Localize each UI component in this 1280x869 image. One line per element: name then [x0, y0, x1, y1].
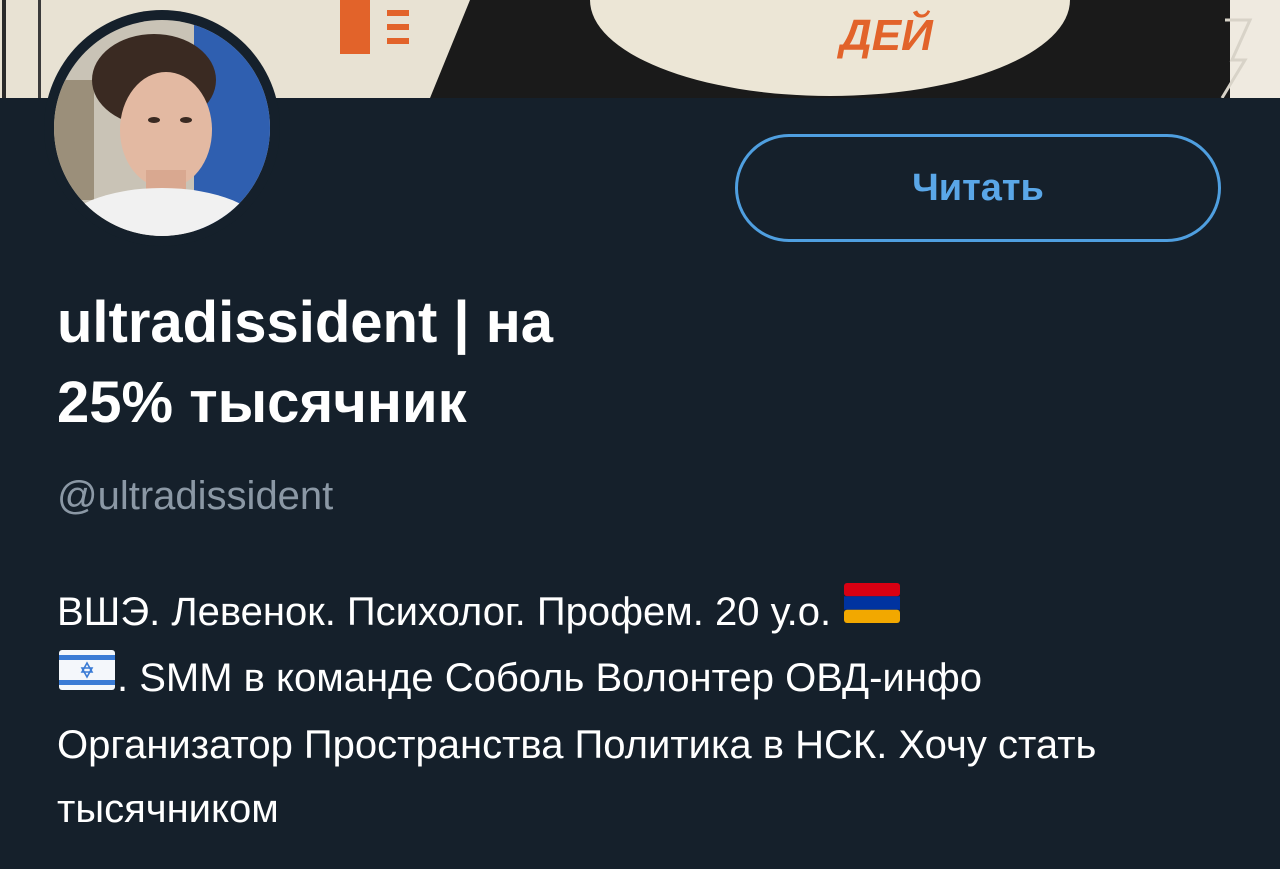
display-name: ultradissident | на 25% тысячник [57, 283, 777, 443]
profile-page: ДЕЙ Читать ultradissident | на 25% тысяч… [0, 0, 1280, 869]
user-handle: @ultradissident [57, 474, 334, 518]
avatar-photo [54, 20, 270, 236]
display-name-line2: 25% тысячник [57, 370, 467, 435]
armenia-flag-icon [844, 578, 901, 642]
avatar[interactable] [44, 10, 280, 246]
bio-text-part2: . SMM в команде Соболь Волонтер ОВД-инфо… [57, 656, 1097, 831]
profile-bio: ВШЭ. Левенок. Психолог. Профем. 20 у.о. … [57, 580, 1227, 841]
follow-button[interactable]: Читать [735, 134, 1221, 242]
banner-text: ДЕЙ [836, 9, 934, 60]
bio-text-part1: ВШЭ. Левенок. Психолог. Профем. 20 у.о. [57, 590, 843, 634]
display-name-line1: ultradissident | на [57, 290, 554, 355]
israel-flag-icon [59, 645, 115, 709]
